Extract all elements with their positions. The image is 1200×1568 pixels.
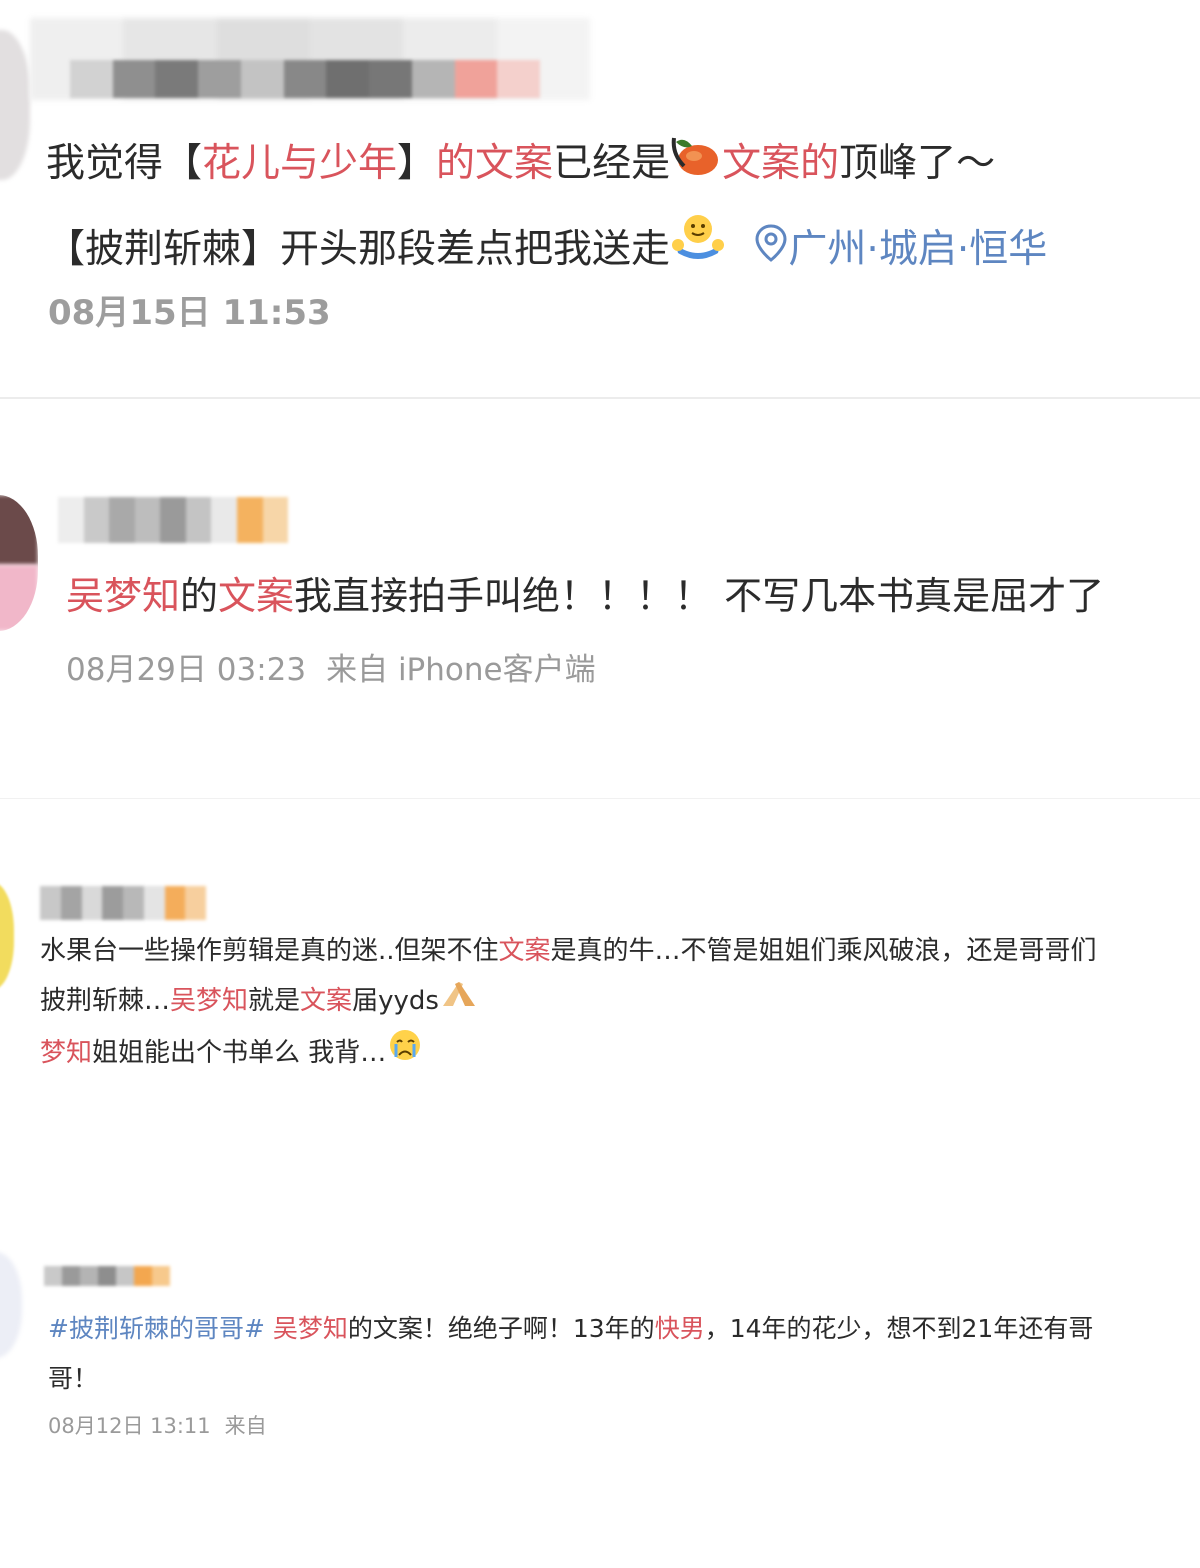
post-content: 吴梦知的文案我直接拍手叫绝！！！！ 不写几本书真是屈才了: [66, 568, 1104, 624]
text: 姐姐能出个书单么 我背…: [92, 1037, 387, 1068]
location-pin-icon: [754, 209, 788, 293]
location-text[interactable]: 广州·城启·恒华: [788, 227, 1047, 272]
source-client[interactable]: 来自 iPhone客户端: [326, 652, 596, 688]
post-content: #披荆斩棘的哥哥# 吴梦知的文案！绝绝子啊！13年的快男，14年的花少，想不到2…: [48, 1304, 1093, 1404]
highlight-link[interactable]: 的文案: [436, 141, 553, 186]
source-client[interactable]: 来自: [225, 1414, 267, 1438]
text: 披荆斩棘…: [40, 986, 171, 1016]
content-line-3: 梦知姐姐能出个书单么 我背…: [40, 1027, 1097, 1080]
highlight-link[interactable]: 梦知: [40, 1038, 92, 1068]
post-content: 我觉得【花儿与少年】的文案已经是 文案的顶峰了～ 【披荆斩棘】开头那段差点把我送…: [46, 122, 1047, 293]
highlight-link[interactable]: 吴梦知: [273, 1314, 348, 1343]
location-link[interactable]: 广州·城启·恒华: [754, 224, 1047, 272]
post-meta: 08月12日 13:11 来自: [48, 1410, 267, 1440]
topic-hashtag-link[interactable]: #披荆斩棘的哥哥#: [48, 1314, 265, 1343]
post-2: 吴梦知的文案我直接拍手叫绝！！！！ 不写几本书真是屈才了 08月29日 03:2…: [0, 400, 1200, 800]
post-3: 水果台一些操作剪辑是真的迷..但架不住文案是真的牛…不管是姐姐们乘风破浪，还是哥…: [0, 800, 1200, 1200]
text: 哥！: [48, 1364, 99, 1393]
text: 【披荆斩棘】开头那段差点把我送走: [46, 226, 671, 272]
text: ，14年的花少，想不到21年还有哥: [704, 1314, 1094, 1343]
text: 已经是: [553, 141, 671, 186]
highlight-link[interactable]: 花儿与少年: [202, 141, 397, 186]
avatar[interactable]: [0, 30, 30, 180]
highlight-link[interactable]: 文案: [300, 986, 352, 1016]
text: 顶峰了～: [839, 141, 996, 186]
avatar[interactable]: [0, 1252, 22, 1358]
username-blurred[interactable]: [58, 497, 289, 543]
timestamp: 08月15日 11:53: [48, 293, 331, 333]
crying-emoji: [386, 1027, 424, 1080]
highlight-link[interactable]: 文案: [218, 574, 294, 618]
content-line-1: 水果台一些操作剪辑是真的迷..但架不住文案是真的牛…不管是姐姐们乘风破浪，还是哥…: [40, 926, 1097, 976]
divider: [0, 798, 1200, 799]
highlight-link[interactable]: 吴梦知: [170, 986, 248, 1016]
highlight-link[interactable]: 文案的: [722, 141, 839, 186]
content-line-2: 披荆斩棘…吴梦知就是文案届yyds: [40, 976, 1097, 1027]
text: 的文案！绝绝子啊！13年的: [347, 1314, 655, 1343]
text: 的: [180, 574, 219, 618]
username-blurred-mid: [70, 60, 541, 98]
avatar[interactable]: [0, 882, 14, 990]
timestamp: 08月12日 13:11: [48, 1414, 211, 1438]
avatar[interactable]: [0, 495, 38, 631]
highlight-link[interactable]: 文案: [499, 936, 551, 966]
post-1: 我觉得【花儿与少年】的文案已经是 文案的顶峰了～ 【披荆斩棘】开头那段差点把我送…: [0, 0, 1200, 398]
mango-emoji: [670, 124, 722, 208]
content-line-1: #披荆斩棘的哥哥# 吴梦知的文案！绝绝子啊！13年的快男，14年的花少，想不到2…: [48, 1304, 1093, 1354]
text: 届yyds: [352, 986, 439, 1016]
text: 是真的牛…不管是姐姐们乘风破浪，还是哥哥们: [550, 936, 1097, 966]
username-blurred[interactable]: [44, 1266, 170, 1286]
text: 】: [397, 141, 437, 186]
content-line-1: 我觉得【花儿与少年】的文案已经是 文案的顶峰了～: [46, 122, 1047, 208]
divider: [0, 397, 1200, 399]
text: 我直接拍手叫绝！！！！ 不写几本书真是屈才了: [294, 574, 1105, 618]
highlight-link[interactable]: 快男: [655, 1314, 705, 1343]
username-blurred[interactable]: [40, 886, 206, 920]
folded-hands-emoji: [439, 977, 479, 1027]
text: 我觉得【: [46, 141, 203, 186]
post-4: #披荆斩棘的哥哥# 吴梦知的文案！绝绝子啊！13年的快男，14年的花少，想不到2…: [0, 1200, 1200, 1568]
content-line-2: 哥！: [48, 1354, 1093, 1404]
timestamp: 08月29日 03:23: [66, 652, 307, 688]
text: 水果台一些操作剪辑是真的迷..但架不住: [40, 936, 499, 966]
hug-emoji: [670, 209, 726, 293]
text: 就是: [248, 986, 301, 1016]
content-line-2: 【披荆斩棘】开头那段差点把我送走 广州·城启·恒华: [46, 208, 1047, 294]
post-meta: 08月29日 03:23 来自 iPhone客户端: [66, 644, 596, 689]
post-content: 水果台一些操作剪辑是真的迷..但架不住文案是真的牛…不管是姐姐们乘风破浪，还是哥…: [40, 926, 1097, 1080]
highlight-link[interactable]: 吴梦知: [66, 574, 180, 618]
